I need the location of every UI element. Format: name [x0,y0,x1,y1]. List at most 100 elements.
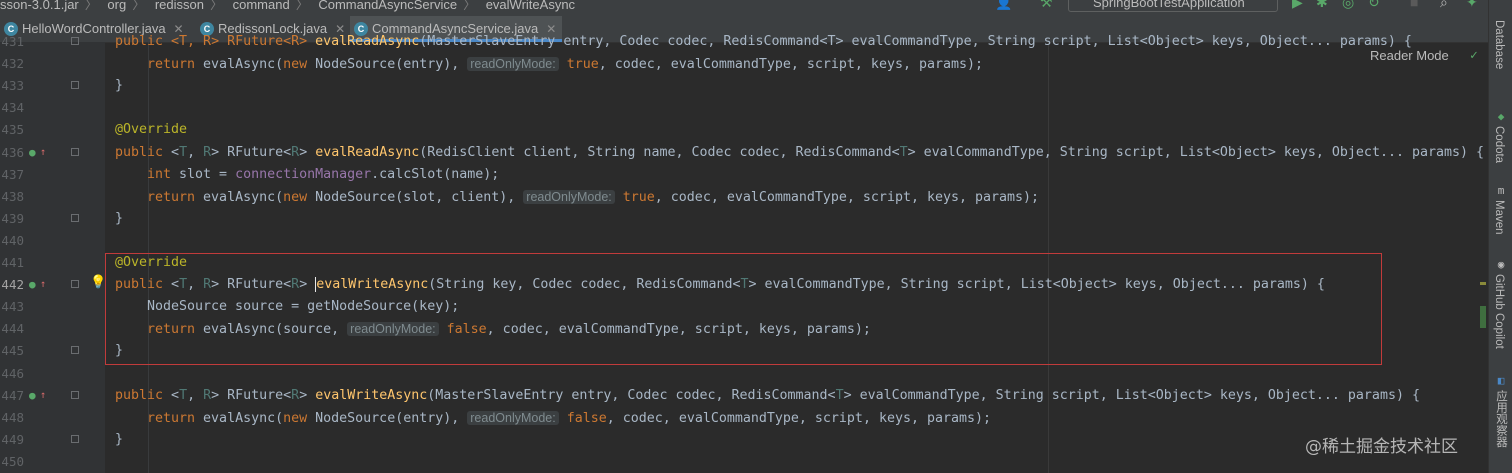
code-line[interactable]: 432 return evalAsync(new NodeSource(entry… [0,53,1488,75]
code-token: } [115,210,124,226]
profile-icon[interactable]: ↻ [1368,0,1380,11]
code-line[interactable]: 435 @Override [0,119,1488,141]
build-hammer-icon[interactable]: ⚒ [1040,0,1053,11]
code-token: , [187,387,204,403]
code-token: (MasterSlaveEntry entry, Codec codec, Re… [419,34,1412,49]
breadcrumb-command[interactable]: command [233,0,290,12]
stop-icon[interactable]: ■ [1410,0,1418,10]
code-text: public <T, R> RFuture<R> evalWriteAsync(… [115,385,1420,407]
code-token: , codec, evalCommandType, script, keys, … [598,57,984,73]
code-line[interactable]: 449} [0,429,1488,451]
coverage-icon[interactable]: ◎ [1342,0,1354,11]
code-line[interactable]: 439} [0,208,1488,230]
code-line[interactable]: 440 [0,230,1488,252]
code-token: return [147,57,204,73]
run-configuration-select[interactable]: SpringBootTestApplication [1068,0,1278,12]
line-number: 444 [1,321,24,337]
code-line[interactable]: 438 return evalAsync(new NodeSource(slot,… [0,186,1488,208]
code-token: T [899,144,908,160]
watermark: @稀土掘金技术社区 [1305,437,1458,457]
fold-marker-icon[interactable] [71,81,79,90]
implements-method-icon[interactable]: ● [29,274,36,296]
fold-marker-icon[interactable] [71,390,79,399]
code-line[interactable]: 446 [0,363,1488,385]
implements-method-icon[interactable]: ● [29,142,36,164]
tool-window-github-copilot[interactable]: GitHub Copilot [1493,274,1505,349]
code-token: NodeSource(entry), [315,410,468,426]
line-number: 432 [1,56,24,72]
fold-marker-icon[interactable] [71,37,79,45]
code-token: return [147,189,204,205]
code-token: evalAsync( [203,57,284,73]
fold-marker-icon[interactable] [71,213,79,222]
code-token: evalWriteAsync [315,387,428,403]
code-token: (RedisClient client, String name, Codec … [419,144,900,160]
code-token: public [115,144,172,160]
code-line[interactable]: 450 [0,451,1488,473]
breadcrumb-org[interactable]: org [107,0,126,12]
override-arrow-icon[interactable]: ↑ [40,274,46,296]
search-everywhere-icon[interactable]: ⌕ [1440,0,1448,11]
code-token: > RFuture< [211,387,292,403]
override-arrow-icon[interactable]: ↑ [40,385,46,407]
fold-marker-icon[interactable] [71,346,79,355]
scrollbar-marker [1480,282,1486,285]
code-token: T [835,387,844,403]
code-text: } [115,75,123,97]
code-line[interactable]: 436 ● ↑ public <T, R> RFuture<R> evalReadAs… [0,142,1488,164]
code-line[interactable]: 448 return evalAsync(new NodeSource(entry… [0,407,1488,429]
code-token: return [147,410,204,426]
code-line[interactable]: 433} [0,75,1488,97]
code-token: evalAsync( [203,189,284,205]
tool-window-codota[interactable]: Codota [1493,126,1505,163]
code-token: > RFuture< [211,144,292,160]
line-number: 439 [1,210,24,226]
code-token: new [283,410,316,426]
lightbulb-icon[interactable]: 💡 [90,275,106,290]
override-arrow-icon[interactable]: ↑ [40,142,46,164]
reader-mode-button[interactable]: Reader Mode [1370,48,1449,63]
navigation-bar: sson-3.0.1.jar 〉 org 〉 redisson 〉 command 〉 … [0,0,1488,16]
code-token: @Override [115,122,188,138]
app-observer-icon: ◧ [1497,374,1505,387]
code-token: R [291,387,300,403]
code-text: public <T, R> RFuture<R> evalReadAsync(R… [115,142,1484,164]
code-token: , codec, evalCommandType, script, keys, … [606,410,992,426]
fold-marker-icon[interactable] [71,147,79,156]
code-token: NodeSource(entry), [315,57,468,73]
tool-window-database[interactable]: Database [1493,20,1505,69]
tool-window-app-observer[interactable]: 应用观察器 [1493,390,1509,448]
code-line[interactable]: 437 int slot = connectionManager.calcSlot… [0,164,1488,186]
line-number: 431 [1,34,24,49]
line-number: 441 [1,255,24,270]
breadcrumb-class[interactable]: CommandAsyncService [318,0,457,12]
run-icon[interactable]: ▶ [1292,0,1303,11]
code-line[interactable]: 434 [0,97,1488,119]
code-text: return evalAsync(new NodeSource(entry), … [147,53,983,76]
settings-icon[interactable]: ✦ [1466,0,1478,11]
parameter-hint: readOnlyMode: [467,410,559,425]
code-token: NodeSource(slot, client), [315,189,524,205]
code-token: R [203,387,212,403]
line-number: 443 [1,299,24,315]
maven-icon: m [1497,184,1505,197]
code-token: > [299,387,316,403]
breadcrumb-jar[interactable]: sson-3.0.1.jar [0,0,79,12]
breadcrumb-redisson[interactable]: redisson [155,0,204,12]
fold-marker-icon[interactable] [71,280,79,289]
code-token: int [147,166,180,182]
code-text: } [115,208,123,230]
line-number: 449 [1,431,24,447]
implements-method-icon[interactable]: ● [29,385,36,407]
code-line[interactable]: 431 public <T, R> RFuture<R> evalReadAsyn… [0,31,1488,53]
parameter-hint: readOnlyMode: [523,189,615,204]
breadcrumb-method[interactable]: evalWriteAsync [486,0,575,12]
user-icon[interactable]: 👤 [995,0,1012,11]
code-token: .calcSlot(name); [371,166,500,182]
code-line[interactable]: 447 ● ↑ public <T, R> RFuture<R> evalWriteA… [0,385,1488,407]
tool-window-maven[interactable]: Maven [1493,200,1505,235]
fold-marker-icon[interactable] [71,434,79,443]
debug-icon[interactable]: ✱ [1316,0,1328,11]
line-number: 442 [1,277,24,293]
code-token: evalAsync( [203,410,284,426]
